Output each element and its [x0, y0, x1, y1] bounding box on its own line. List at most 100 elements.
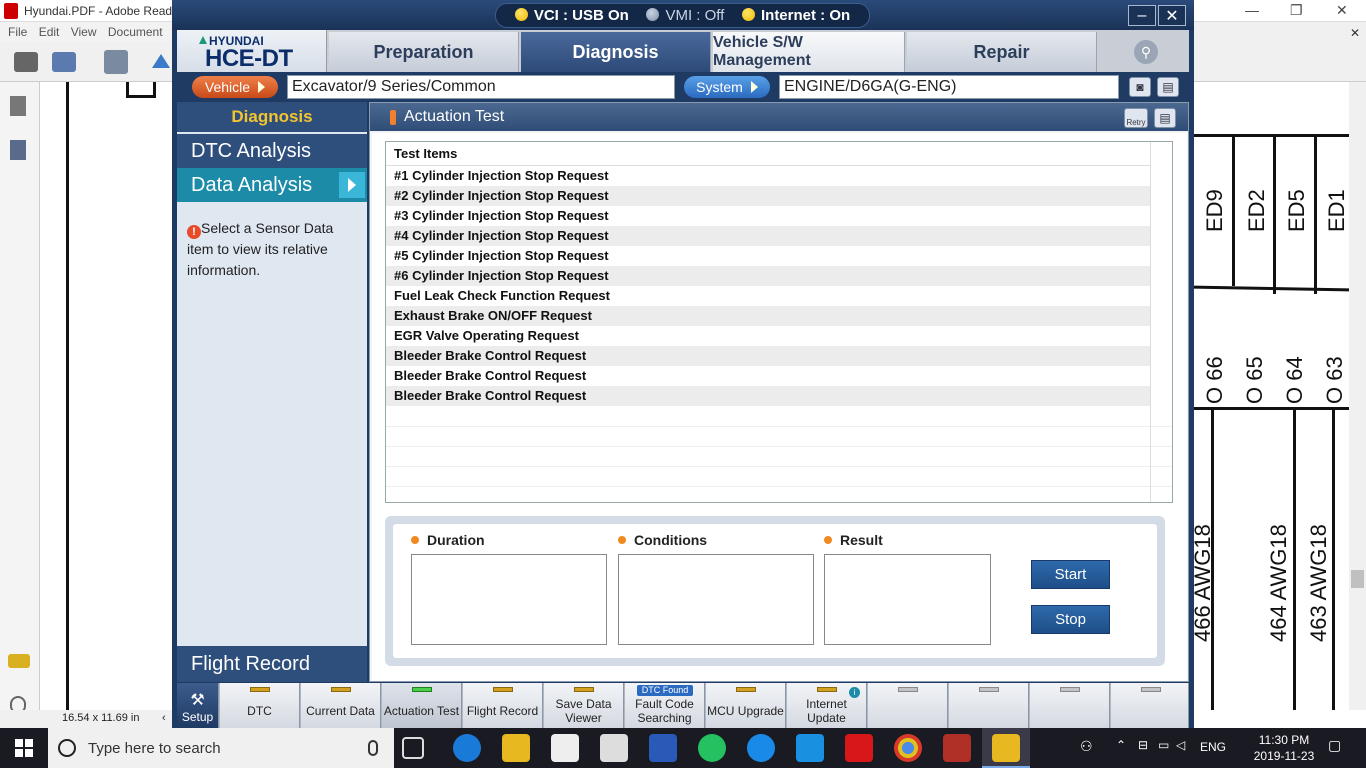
input-language[interactable]: ENG — [1200, 740, 1226, 754]
table-row[interactable]: #3 Cylinder Injection Stop Request — [386, 206, 1150, 226]
table-row[interactable]: Bleeder Brake Control Request — [386, 346, 1150, 366]
pages-icon[interactable] — [10, 96, 26, 116]
chrome-icon[interactable] — [894, 734, 922, 762]
edge-icon[interactable] — [453, 734, 481, 762]
reader-menubar: File Edit View Document — [0, 22, 172, 42]
chevron-up-icon[interactable]: ⌃ — [1116, 738, 1126, 752]
mail-icon[interactable] — [600, 734, 628, 762]
menu-edit[interactable]: Edit — [39, 25, 60, 39]
toolbar-flight-record-button[interactable]: Flight Record — [463, 683, 543, 728]
toolbar-internet-update-button[interactable]: i Internet Update — [787, 683, 867, 728]
network-icon[interactable]: ⊟ — [1138, 738, 1148, 752]
start-button[interactable]: Start — [1031, 560, 1110, 589]
table-row[interactable]: #6 Cylinder Injection Stop Request — [386, 266, 1150, 286]
result-box — [824, 554, 991, 645]
windows-start-icon[interactable] — [0, 728, 48, 768]
schematic-fragment — [126, 82, 156, 98]
taskbar-clock[interactable]: 11:30 PM 2019-11-23 — [1244, 732, 1324, 764]
pin-label: O 64 — [1282, 356, 1307, 404]
table-row[interactable]: Exhaust Brake ON/OFF Request — [386, 306, 1150, 326]
scroll-left-icon[interactable]: ‹ — [162, 712, 166, 724]
layout-toggle-icon[interactable]: ▤ — [1154, 108, 1176, 128]
toolbar-empty-slot — [1111, 683, 1189, 728]
toolbar-dtc-button[interactable]: DTC — [220, 683, 300, 728]
tab-vehicle-sw-management[interactable]: Vehicle S/W Management — [713, 32, 905, 72]
whatsapp-icon[interactable] — [698, 734, 726, 762]
logo-triangle-icon — [199, 36, 207, 44]
close-button[interactable]: ✕ — [1158, 5, 1186, 26]
zalo-icon[interactable] — [747, 734, 775, 762]
actuation-test-panel: Actuation Test Retry ▤ Test Items #1 Cyl… — [369, 102, 1189, 682]
acrobat-icon[interactable] — [845, 734, 873, 762]
tab-diagnosis[interactable]: Diagnosis — [521, 32, 711, 72]
task-view-icon[interactable] — [402, 737, 424, 759]
reader-minimize-icon[interactable]: — — [1245, 2, 1259, 18]
table-row[interactable]: #2 Cylinder Injection Stop Request — [386, 186, 1150, 206]
store-icon[interactable] — [551, 734, 579, 762]
reader-restore-icon[interactable]: ❐ — [1290, 2, 1303, 19]
sidebar-item-flight-record[interactable]: Flight Record — [177, 646, 367, 682]
bullet-icon — [411, 536, 419, 544]
table-row[interactable]: Bleeder Brake Control Request — [386, 386, 1150, 406]
table-row[interactable]: #4 Cylinder Injection Stop Request — [386, 226, 1150, 246]
reader-scrollbar[interactable] — [1349, 82, 1366, 710]
vehicle-button[interactable]: Vehicle — [192, 76, 278, 98]
stop-button[interactable]: Stop — [1031, 605, 1110, 634]
people-icon[interactable]: ⚇ — [1080, 738, 1093, 755]
menu-document[interactable]: Document — [108, 25, 163, 39]
volume-icon[interactable]: ◁ — [1176, 738, 1185, 752]
table-row[interactable]: Bleeder Brake Control Request — [386, 366, 1150, 386]
table-row[interactable]: EGR Valve Operating Request — [386, 326, 1150, 346]
logo-product: HCE-DT — [205, 45, 293, 72]
menu-file[interactable]: File — [8, 25, 27, 39]
print-icon[interactable] — [14, 52, 38, 72]
scroll-thumb[interactable] — [1351, 570, 1364, 588]
system-button[interactable]: System — [684, 76, 770, 98]
winrar-icon[interactable] — [943, 734, 971, 762]
retry-icon[interactable]: Retry — [1124, 108, 1148, 128]
toolbar-actuation-test-button[interactable]: Actuation Test — [382, 683, 462, 728]
table-row[interactable]: Fuel Leak Check Function Request — [386, 286, 1150, 306]
title-marker-icon — [390, 110, 396, 125]
file-explorer-icon[interactable] — [502, 734, 530, 762]
camera-icon[interactable]: ◙ — [1129, 77, 1151, 97]
toolbar-fault-code-searching-button[interactable]: DTC Found Fault Code Searching — [625, 683, 705, 728]
sidebar-item-dtc-analysis[interactable]: DTC Analysis — [177, 134, 367, 168]
pin-label: O 66 — [1202, 356, 1227, 404]
comment-icon[interactable] — [8, 654, 30, 668]
toolbar-close-icon[interactable]: ✕ — [1350, 26, 1360, 40]
toolbar-mcu-upgrade-button[interactable]: MCU Upgrade — [706, 683, 786, 728]
pin-label: O 63 — [1322, 356, 1347, 404]
document-page-left — [40, 82, 172, 710]
microphone-icon[interactable] — [368, 740, 378, 756]
sidebar: Diagnosis DTC Analysis Data Analysis ! Se… — [177, 102, 367, 682]
reader-close-icon[interactable]: ✕ — [1336, 2, 1348, 19]
battery-icon[interactable]: ▭ — [1158, 738, 1169, 752]
teamviewer-icon[interactable] — [796, 734, 824, 762]
up-arrow-icon[interactable] — [152, 54, 170, 68]
word-icon[interactable] — [649, 734, 677, 762]
tab-repair[interactable]: Repair — [907, 32, 1097, 72]
share-icon[interactable] — [52, 52, 76, 72]
layout-icon[interactable]: ▤ — [1157, 77, 1179, 97]
dtc-found-badge: DTC Found — [637, 685, 693, 696]
menu-view[interactable]: View — [71, 25, 97, 39]
setup-button[interactable]: ⚒ Setup — [177, 683, 219, 728]
tab-preparation[interactable]: Preparation — [329, 32, 519, 72]
sync-icon[interactable] — [104, 50, 128, 74]
table-row[interactable]: #1 Cylinder Injection Stop Request — [386, 166, 1150, 186]
reader-toolbar — [0, 42, 172, 82]
search-icon[interactable]: ⚲ — [1134, 40, 1158, 64]
notification-icon[interactable]: ▢ — [1328, 737, 1341, 754]
toolbar-save-data-viewer-button[interactable]: Save Data Viewer — [544, 683, 624, 728]
bullet-icon — [618, 536, 626, 544]
minimize-button[interactable]: – — [1128, 5, 1156, 26]
toolbar-current-data-button[interactable]: Current Data — [301, 683, 381, 728]
table-row[interactable]: #5 Cylinder Injection Stop Request — [386, 246, 1150, 266]
system-field: ENGINE/D6GA(G-ENG) — [779, 75, 1119, 99]
attachments-icon[interactable] — [10, 140, 26, 160]
taskbar-search[interactable]: Type here to search — [48, 728, 394, 768]
sidebar-item-data-analysis[interactable]: Data Analysis — [177, 168, 367, 202]
hce-dt-taskbar-item[interactable] — [982, 728, 1030, 768]
connection-status-bar: VCI : USB On VMI : Off Internet : On — [495, 3, 870, 28]
